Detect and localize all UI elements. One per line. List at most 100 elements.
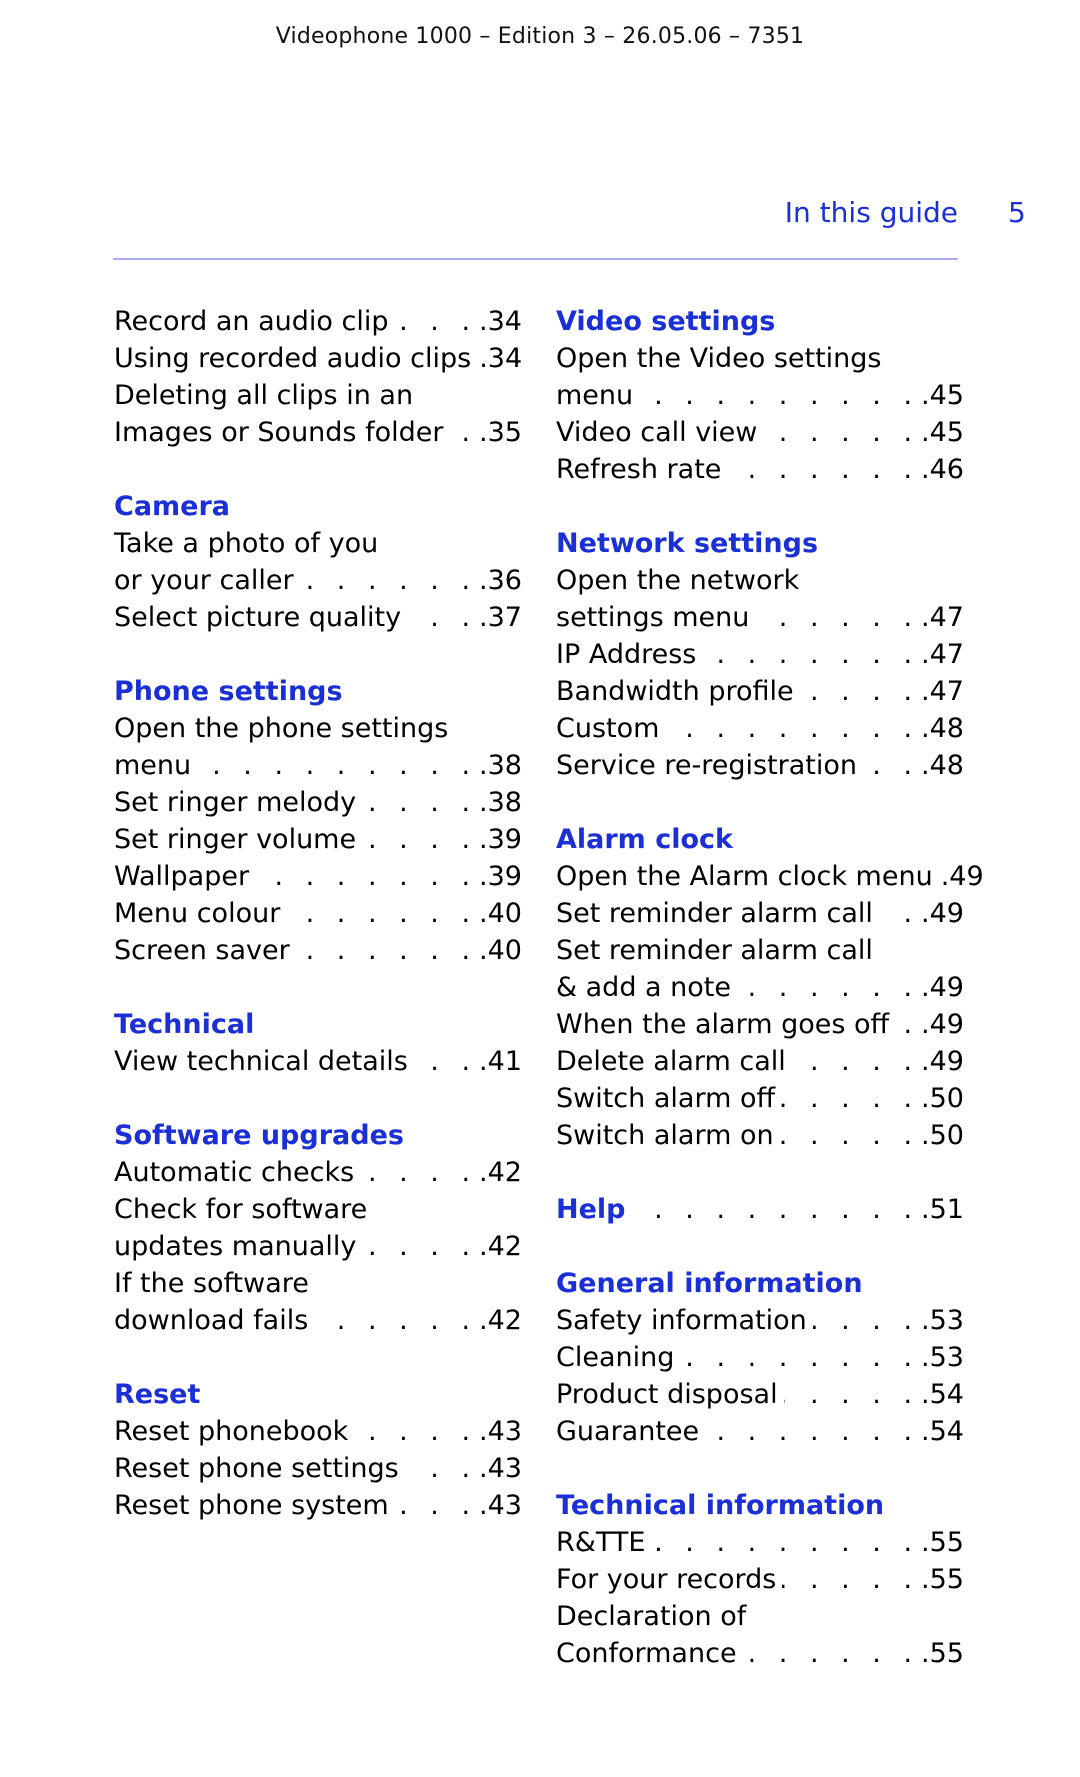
toc-entry-title[interactable]: Set reminder alarm call — [556, 895, 873, 932]
toc-entry-title[interactable]: Record an audio clip — [114, 303, 389, 340]
toc-entry[interactable]: Help. . . . . . . . . . . . . . . . . . … — [556, 1191, 964, 1228]
toc-entry-line[interactable]: Open the network — [556, 562, 964, 599]
toc-entry-line[interactable]: Check for software — [114, 1191, 522, 1228]
toc-entry-line[interactable]: Set reminder alarm call — [556, 932, 964, 969]
toc-entry-title[interactable]: Guarantee — [556, 1413, 699, 1450]
toc-entry[interactable]: Open the Alarm clock menu. . . . . . . .… — [556, 858, 984, 895]
toc-page-number[interactable]: .48 — [921, 747, 964, 784]
toc-page-number[interactable]: .45 — [921, 377, 964, 414]
toc-entry-title[interactable]: Automatic checks — [114, 1154, 354, 1191]
toc-entry-title[interactable]: settings menu — [556, 599, 749, 636]
toc-entry-title[interactable]: Set ringer volume — [114, 821, 356, 858]
toc-entry-title[interactable]: updates manually — [114, 1228, 356, 1265]
toc-entry-line[interactable]: Open the Video settings — [556, 340, 964, 377]
toc-page-number[interactable]: .53 — [921, 1302, 964, 1339]
toc-page-number[interactable]: .42 — [479, 1228, 522, 1265]
toc-entry-line[interactable]: Take a photo of you — [114, 525, 522, 562]
toc-page-number[interactable]: .45 — [921, 414, 964, 451]
toc-entry-title[interactable]: Menu colour — [114, 895, 280, 932]
toc-page-number[interactable]: .55 — [921, 1561, 964, 1598]
toc-entry[interactable]: download fails. . . . . . . . . . . . . … — [114, 1302, 522, 1339]
toc-entry-title[interactable]: & add a note — [556, 969, 731, 1006]
toc-page-number[interactable]: .40 — [479, 932, 522, 969]
toc-page-number[interactable]: .43 — [479, 1450, 522, 1487]
toc-entry[interactable]: IP Address. . . . . . . . . . . . . . . … — [556, 636, 964, 673]
toc-page-number[interactable]: .54 — [921, 1413, 964, 1450]
toc-entry[interactable]: or your caller. . . . . . . . . . . . . … — [114, 562, 522, 599]
toc-page-number[interactable]: .55 — [921, 1635, 964, 1672]
toc-entry[interactable]: Safety information. . . . . . . . . . . … — [556, 1302, 964, 1339]
toc-entry-title[interactable]: Switch alarm off — [556, 1080, 775, 1117]
toc-section-heading[interactable]: Help — [556, 1191, 626, 1228]
toc-entry[interactable]: updates manually. . . . . . . . . . . . … — [114, 1228, 522, 1265]
toc-section-heading[interactable]: Technical — [114, 1006, 522, 1043]
toc-entry-title[interactable]: Video call view — [556, 414, 757, 451]
toc-entry-title[interactable]: Open the Alarm clock menu — [556, 858, 933, 895]
toc-entry-title[interactable]: Refresh rate — [556, 451, 721, 488]
toc-page-number[interactable]: .50 — [921, 1080, 964, 1117]
toc-entry[interactable]: View technical details. . . . . . . . . … — [114, 1043, 522, 1080]
toc-page-number[interactable]: .53 — [921, 1339, 964, 1376]
toc-entry-title[interactable]: IP Address — [556, 636, 696, 673]
toc-entry[interactable]: menu. . . . . . . . . . . . . . . . . . … — [556, 377, 964, 414]
toc-page-number[interactable]: .42 — [479, 1302, 522, 1339]
toc-entry[interactable]: Using recorded audio clips. . . . . . . … — [114, 340, 522, 377]
toc-entry[interactable]: Custom. . . . . . . . . . . . . . . . . … — [556, 710, 964, 747]
toc-entry-title[interactable]: Images or Sounds folder — [114, 414, 443, 451]
toc-section-heading[interactable]: Camera — [114, 488, 522, 525]
toc-entry[interactable]: Images or Sounds folder. . . . . . . . .… — [114, 414, 522, 451]
toc-page-number[interactable]: .40 — [479, 895, 522, 932]
toc-entry-title[interactable]: Set ringer melody — [114, 784, 356, 821]
toc-section-heading[interactable]: Reset — [114, 1376, 522, 1413]
toc-entry[interactable]: Wallpaper. . . . . . . . . . . . . . . .… — [114, 858, 522, 895]
toc-page-number[interactable]: .46 — [921, 451, 964, 488]
toc-entry-title[interactable]: Conformance — [556, 1635, 737, 1672]
toc-entry-title[interactable]: Select picture quality — [114, 599, 401, 636]
toc-entry[interactable]: Product disposal. . . . . . . . . . . . … — [556, 1376, 964, 1413]
toc-entry[interactable]: menu. . . . . . . . . . . . . . . . . . … — [114, 747, 522, 784]
toc-entry-line[interactable]: If the software — [114, 1265, 522, 1302]
toc-entry[interactable]: Delete alarm call. . . . . . . . . . . .… — [556, 1043, 964, 1080]
toc-entry-title[interactable]: download fails — [114, 1302, 308, 1339]
toc-entry-title[interactable]: Product disposal — [556, 1376, 778, 1413]
toc-entry-title[interactable]: When the alarm goes off — [556, 1006, 889, 1043]
toc-entry-line[interactable]: Declaration of — [556, 1598, 964, 1635]
toc-entry[interactable]: Cleaning. . . . . . . . . . . . . . . . … — [556, 1339, 964, 1376]
toc-section-heading[interactable]: Network settings — [556, 525, 964, 562]
toc-entry-title[interactable]: Delete alarm call — [556, 1043, 786, 1080]
toc-page-number[interactable]: .49 — [941, 858, 984, 895]
toc-page-number[interactable]: .43 — [479, 1487, 522, 1524]
toc-entry-title[interactable]: Screen saver — [114, 932, 290, 969]
toc-entry-title[interactable]: R&TTE — [556, 1524, 645, 1561]
toc-entry[interactable]: Service re-registration. . . . . . . . .… — [556, 747, 964, 784]
toc-page-number[interactable]: .51 — [921, 1191, 964, 1228]
toc-entry-title[interactable]: Service re-registration — [556, 747, 857, 784]
toc-page-number[interactable]: .39 — [479, 821, 522, 858]
toc-entry[interactable]: Switch alarm on. . . . . . . . . . . . .… — [556, 1117, 964, 1154]
toc-entry[interactable]: When the alarm goes off. . . . . . . . .… — [556, 1006, 964, 1043]
toc-entry[interactable]: Switch alarm off. . . . . . . . . . . . … — [556, 1080, 964, 1117]
toc-entry[interactable]: Automatic checks. . . . . . . . . . . . … — [114, 1154, 522, 1191]
toc-entry-title[interactable]: Cleaning — [556, 1339, 674, 1376]
toc-entry-title[interactable]: menu — [556, 377, 633, 414]
toc-entry-title[interactable]: Reset phone settings — [114, 1450, 399, 1487]
toc-page-number[interactable]: .37 — [479, 599, 522, 636]
toc-page-number[interactable]: .35 — [479, 414, 522, 451]
toc-entry-title[interactable]: Using recorded audio clips — [114, 340, 471, 377]
toc-page-number[interactable]: .49 — [921, 1043, 964, 1080]
toc-section-heading[interactable]: Phone settings — [114, 673, 522, 710]
toc-page-number[interactable]: .36 — [479, 562, 522, 599]
toc-entry[interactable]: Bandwidth profile. . . . . . . . . . . .… — [556, 673, 964, 710]
toc-page-number[interactable]: .39 — [479, 858, 522, 895]
toc-page-number[interactable]: .54 — [921, 1376, 964, 1413]
toc-entry[interactable]: Screen saver. . . . . . . . . . . . . . … — [114, 932, 522, 969]
toc-section-heading[interactable]: Software upgrades — [114, 1117, 522, 1154]
toc-page-number[interactable]: .38 — [479, 747, 522, 784]
toc-page-number[interactable]: .47 — [921, 673, 964, 710]
toc-entry[interactable]: Refresh rate. . . . . . . . . . . . . . … — [556, 451, 964, 488]
toc-page-number[interactable]: .49 — [921, 895, 964, 932]
toc-section-heading[interactable]: Technical information — [556, 1487, 964, 1524]
toc-entry[interactable]: Menu colour. . . . . . . . . . . . . . .… — [114, 895, 522, 932]
toc-entry[interactable]: Set ringer melody. . . . . . . . . . . .… — [114, 784, 522, 821]
toc-entry[interactable]: Record an audio clip. . . . . . . . . . … — [114, 303, 522, 340]
